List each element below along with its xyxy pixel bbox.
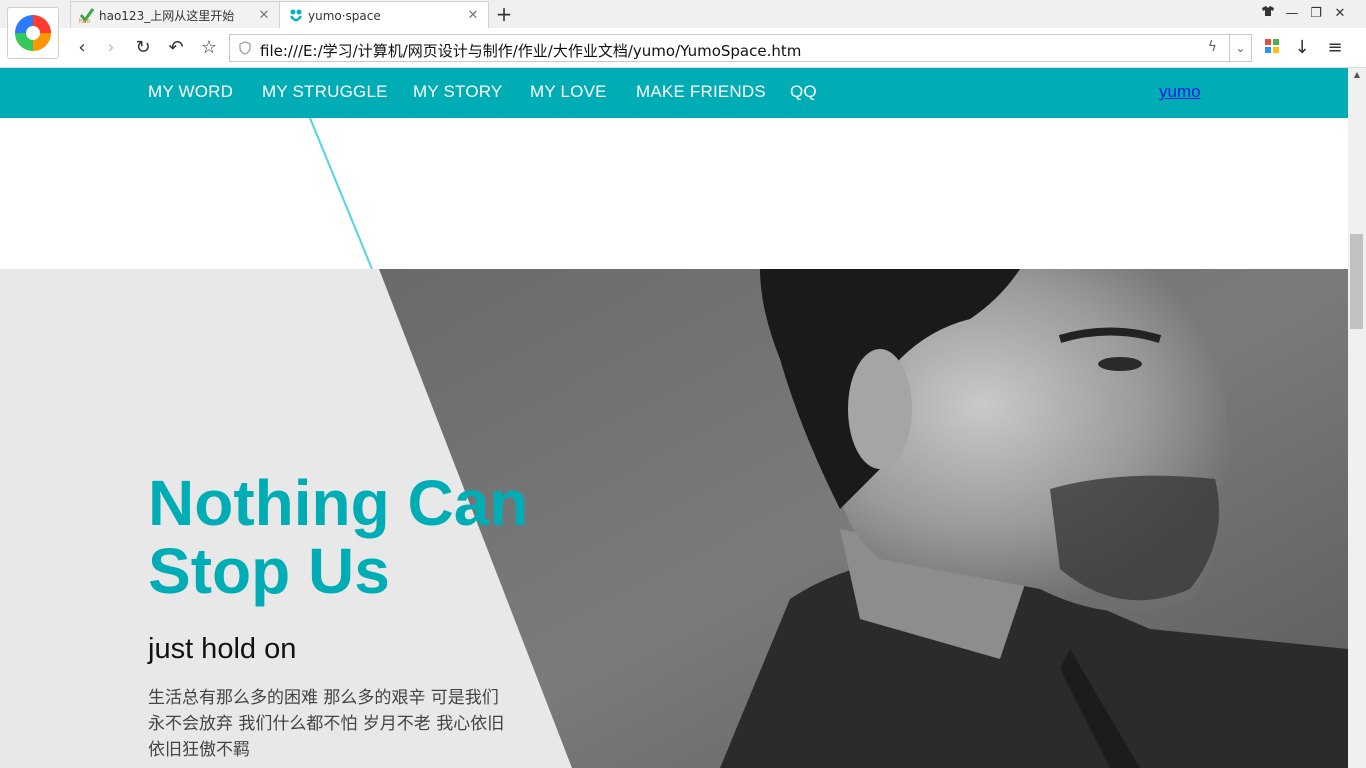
user-link[interactable]: yumo [1159,82,1201,102]
forward-icon[interactable]: › [99,36,123,60]
hero-section: Nothing Can Stop Us just hold on 生活总有那么多… [0,269,1348,768]
undo-close-tab-icon[interactable]: ↶ [164,36,188,60]
security-shield-icon [239,41,251,55]
page-viewport: MY WORD MY STRUGGLE MY STORY MY LOVE MAK… [0,68,1348,768]
lightning-icon[interactable]: ϟ [1208,39,1217,55]
yumo-favicon [288,8,304,24]
address-bar[interactable]: file:///E:/学习/计算机/网页设计与制作/作业/大作业文档/yumo/… [229,34,1252,62]
close-icon[interactable]: ✕ [466,8,480,23]
bookmark-star-icon[interactable]: ☆ [197,36,221,60]
hero-heading-line-1: Nothing Can [148,467,529,539]
nav-my-love[interactable]: MY LOVE [530,82,607,102]
address-url[interactable]: file:///E:/学习/计算机/网页设计与制作/作业/大作业文档/yumo/… [260,40,801,61]
scroll-up-icon[interactable]: ▲ [1348,70,1366,79]
reload-icon[interactable]: ↻ [131,36,155,60]
hero-subheading: just hold on [148,633,297,665]
site-nav: MY WORD MY STRUGGLE MY STORY MY LOVE MAK… [0,68,1348,118]
download-icon[interactable]: ↓ [1290,36,1314,60]
nav-make-friends[interactable]: MAKE FRIENDS [636,82,766,102]
browser-logo-icon[interactable] [7,7,59,59]
close-window-button[interactable]: ✕ [1329,4,1351,24]
hero-heading: Nothing Can Stop Us [148,469,528,605]
browser-toolbar: ‹ › ↻ ↶ ☆ file:///E:/学习/计算机/网页设计与制作/作业/大… [0,28,1366,68]
restore-button[interactable]: ❐ [1305,4,1327,24]
hero-heading-line-2: Stop Us [148,535,390,607]
scrollbar-thumb[interactable] [1350,234,1363,329]
nav-qq[interactable]: QQ [790,82,817,102]
nav-my-story[interactable]: MY STORY [413,82,502,102]
minimize-button[interactable]: — [1281,4,1303,24]
page-scrollbar[interactable]: ▲ [1348,68,1366,768]
tab-bar: hao hao123_上网从这里开始 ✕ yumo·space ✕ + — ❐ … [0,0,1366,29]
hao123-favicon: hao [79,7,95,23]
svg-text:hao: hao [79,18,90,23]
back-icon[interactable]: ‹ [70,36,94,60]
new-tab-button[interactable]: + [493,3,515,25]
tab-title: yumo·space [308,8,381,23]
tab-yumo-space[interactable]: yumo·space ✕ [279,1,489,29]
skin-icon[interactable] [1257,4,1279,24]
nav-my-word[interactable]: MY WORD [148,82,233,102]
nav-my-struggle[interactable]: MY STRUGGLE [262,82,388,102]
hero-body-text: 生活总有那么多的困难 那么多的艰辛 可是我们永不会放弃 我们什么都不怕 岁月不老… [148,688,505,760]
tab-hao123[interactable]: hao hao123_上网从这里开始 ✕ [70,1,280,28]
tab-title: hao123_上网从这里开始 [99,8,235,23]
close-icon[interactable]: ✕ [257,8,271,23]
apps-grid-icon[interactable] [1260,36,1284,60]
address-dropdown-icon[interactable]: ⌄ [1229,35,1251,61]
menu-icon[interactable]: ≡ [1323,36,1347,60]
